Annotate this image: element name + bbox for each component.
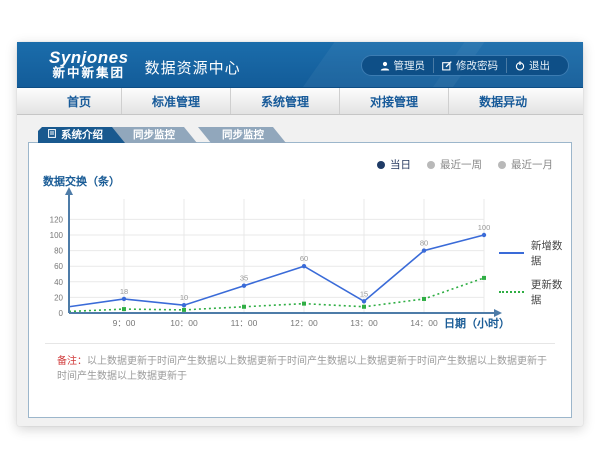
nav-item-standard-mgmt[interactable]: 标准管理 — [121, 88, 230, 114]
power-icon — [515, 61, 525, 71]
edit-icon — [442, 61, 452, 71]
chart-panel: 当日 最近一周 最近一月 18 10 35 60 15 80 100 0 20 40 60 80 100… — [28, 142, 572, 418]
filter-label: 当日 — [390, 157, 411, 172]
svg-text:10: 10 — [180, 293, 188, 302]
svg-text:35: 35 — [240, 274, 248, 283]
svg-text:100: 100 — [478, 223, 491, 232]
user-icon — [380, 61, 390, 71]
radio-icon — [498, 161, 506, 169]
radio-icon — [427, 161, 435, 169]
svg-text:60: 60 — [54, 262, 63, 271]
filter-label: 最近一月 — [511, 157, 553, 172]
legend-line-solid-icon — [499, 252, 524, 254]
line-chart-svg: 18 10 35 60 15 80 100 0 20 40 60 80 100 120 9：00 10：00 1… — [39, 173, 539, 335]
nav-item-home[interactable]: 首页 — [37, 88, 121, 114]
logo-company-name: 新中新集团 — [49, 67, 129, 80]
current-user-button[interactable]: 管理员 — [372, 58, 434, 73]
svg-text:80: 80 — [420, 239, 428, 248]
svg-text:10：00: 10：00 — [170, 318, 198, 328]
filter-option-last-month[interactable]: 最近一月 — [498, 157, 553, 172]
legend-label: 新增数据 — [531, 238, 571, 268]
filter-option-last-week[interactable]: 最近一周 — [427, 157, 482, 172]
logout-button[interactable]: 退出 — [506, 58, 558, 73]
svg-text:18: 18 — [120, 287, 128, 296]
svg-text:日期（小时）: 日期（小时） — [444, 316, 510, 330]
legend-line-dotted-icon — [499, 291, 524, 293]
logout-label: 退出 — [529, 58, 550, 73]
svg-text:60: 60 — [300, 254, 308, 263]
current-user-label: 管理员 — [394, 58, 426, 73]
radio-icon — [377, 161, 385, 169]
nav-item-system-mgmt[interactable]: 系统管理 — [230, 88, 339, 114]
tab-label: 系统介绍 — [61, 127, 103, 143]
chart-legend: 新增数据 更新数据 — [499, 238, 571, 307]
svg-text:9：00: 9：00 — [113, 318, 136, 328]
filter-option-today[interactable]: 当日 — [377, 157, 411, 172]
footnote-text: 以上数据更新于时间产生数据以上数据更新于时间产生数据以上数据更新于时间产生数据以… — [57, 356, 547, 382]
footnote-prefix: 备注： — [57, 356, 87, 367]
svg-text:15: 15 — [360, 289, 368, 298]
svg-text:40: 40 — [54, 278, 63, 287]
filter-label: 最近一周 — [440, 157, 482, 172]
tab-system-intro[interactable]: 系统介绍 — [38, 127, 125, 143]
svg-text:14：00: 14：00 — [410, 318, 438, 328]
svg-text:0: 0 — [59, 309, 64, 318]
svg-text:12：00: 12：00 — [290, 318, 318, 328]
company-logo: Synjones 新中新集团 — [49, 49, 129, 80]
note-divider — [45, 343, 555, 344]
logo-wordmark: Synjones — [49, 49, 129, 67]
legend-label: 更新数据 — [531, 277, 571, 307]
main-nav: 首页 标准管理 系统管理 对接管理 数据异动 — [17, 88, 583, 115]
nav-item-data-change[interactable]: 数据异动 — [448, 88, 557, 114]
change-password-button[interactable]: 修改密码 — [433, 58, 506, 73]
svg-text:数据交换（条）: 数据交换（条） — [43, 174, 120, 188]
change-password-label: 修改密码 — [456, 58, 498, 73]
line-chart: 18 10 35 60 15 80 100 0 20 40 60 80 100 120 9：00 10：00 1… — [39, 173, 539, 335]
svg-text:20: 20 — [54, 293, 63, 302]
nav-item-docking-mgmt[interactable]: 对接管理 — [339, 88, 448, 114]
tab-bar: 系统介绍 同步监控 同步监控 — [38, 127, 572, 143]
legend-item-new-data: 新增数据 — [499, 238, 571, 268]
document-icon — [48, 127, 56, 143]
app-header: Synjones 新中新集团 数据资源中心 管理员 修改密码 退出 — [17, 42, 583, 88]
app-window: Synjones 新中新集团 数据资源中心 管理员 修改密码 退出 — [17, 42, 583, 426]
user-menu: 管理员 修改密码 退出 — [361, 55, 570, 76]
svg-text:100: 100 — [50, 231, 64, 240]
date-range-filter: 当日 最近一周 最近一月 — [377, 157, 553, 172]
svg-text:120: 120 — [50, 215, 64, 224]
footnote: 备注：以上数据更新于时间产生数据以上数据更新于时间产生数据以上数据更新于时间产生… — [57, 354, 551, 384]
page-title: 数据资源中心 — [145, 57, 241, 78]
svg-text:80: 80 — [54, 247, 63, 256]
tab-sync-monitor-2[interactable]: 同步监控 — [198, 127, 286, 143]
legend-item-updated-data: 更新数据 — [499, 277, 571, 307]
content-area: 系统介绍 同步监控 同步监控 当日 最近一周 最近一月 — [17, 115, 583, 426]
svg-text:13：00: 13：00 — [350, 318, 378, 328]
svg-text:11：00: 11：00 — [231, 318, 258, 328]
